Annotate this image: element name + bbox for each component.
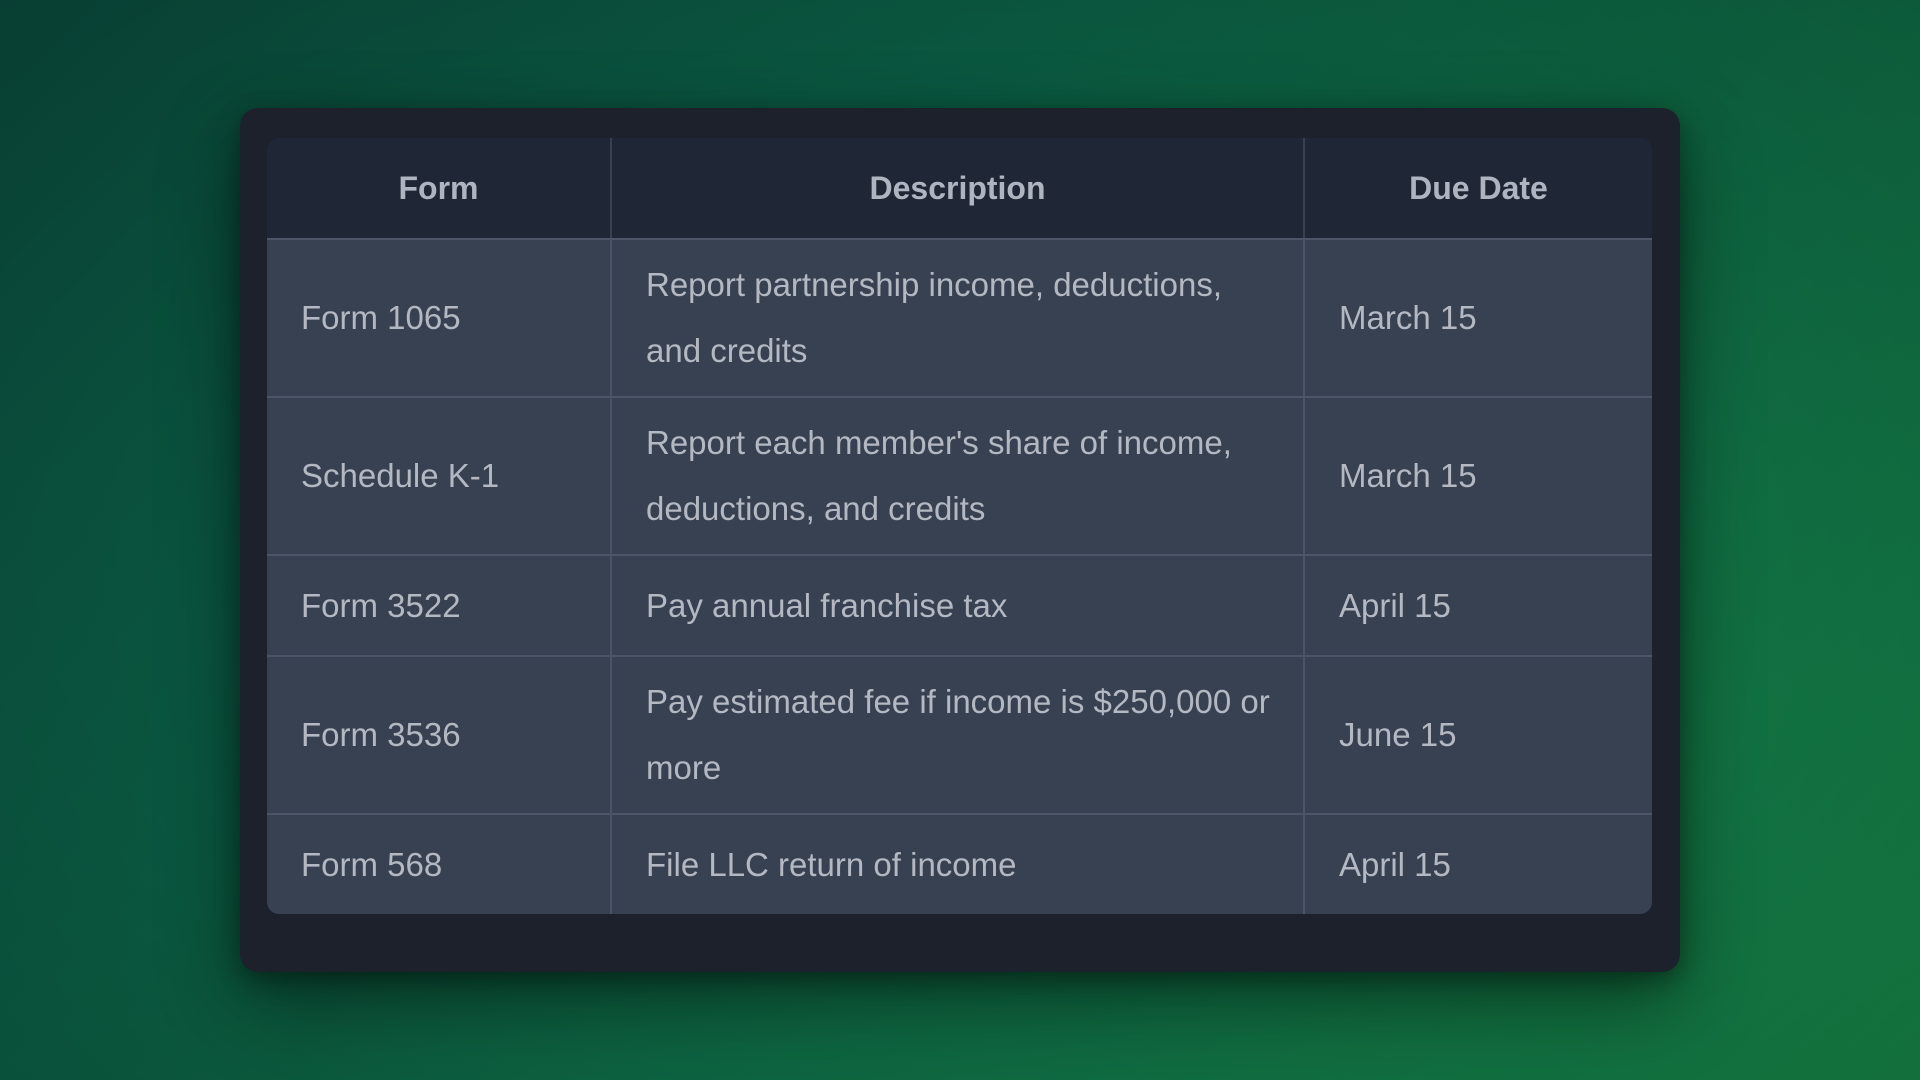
- table-card: Form Description Due Date Form 1065 Repo…: [240, 108, 1680, 972]
- table-row: Schedule K-1 Report each member's share …: [267, 396, 1652, 554]
- tax-forms-table: Form Description Due Date Form 1065 Repo…: [267, 138, 1652, 914]
- cell-due-date: March 15: [1305, 238, 1652, 396]
- cell-due-date: April 15: [1305, 813, 1652, 914]
- cell-description: Pay annual franchise tax: [612, 554, 1305, 655]
- column-header-due-date: Due Date: [1305, 138, 1652, 238]
- cell-description: File LLC return of income: [612, 813, 1305, 914]
- cell-due-date: June 15: [1305, 655, 1652, 813]
- cell-description: Report each member's share of income, de…: [612, 396, 1305, 554]
- table-row: Form 1065 Report partnership income, ded…: [267, 238, 1652, 396]
- cell-form: Form 568: [267, 813, 612, 914]
- cell-due-date: April 15: [1305, 554, 1652, 655]
- cell-due-date: March 15: [1305, 396, 1652, 554]
- table-row: Form 568 File LLC return of income April…: [267, 813, 1652, 914]
- cell-form: Form 3522: [267, 554, 612, 655]
- table-body: Form 1065 Report partnership income, ded…: [267, 238, 1652, 914]
- cell-form: Form 1065: [267, 238, 612, 396]
- column-header-form: Form: [267, 138, 612, 238]
- header-row: Form Description Due Date: [267, 138, 1652, 238]
- cell-description: Pay estimated fee if income is $250,000 …: [612, 655, 1305, 813]
- table-header: Form Description Due Date: [267, 138, 1652, 238]
- cell-form: Schedule K-1: [267, 396, 612, 554]
- cell-form: Form 3536: [267, 655, 612, 813]
- table-row: Form 3536 Pay estimated fee if income is…: [267, 655, 1652, 813]
- cell-description: Report partnership income, deductions, a…: [612, 238, 1305, 396]
- table-row: Form 3522 Pay annual franchise tax April…: [267, 554, 1652, 655]
- column-header-description: Description: [612, 138, 1305, 238]
